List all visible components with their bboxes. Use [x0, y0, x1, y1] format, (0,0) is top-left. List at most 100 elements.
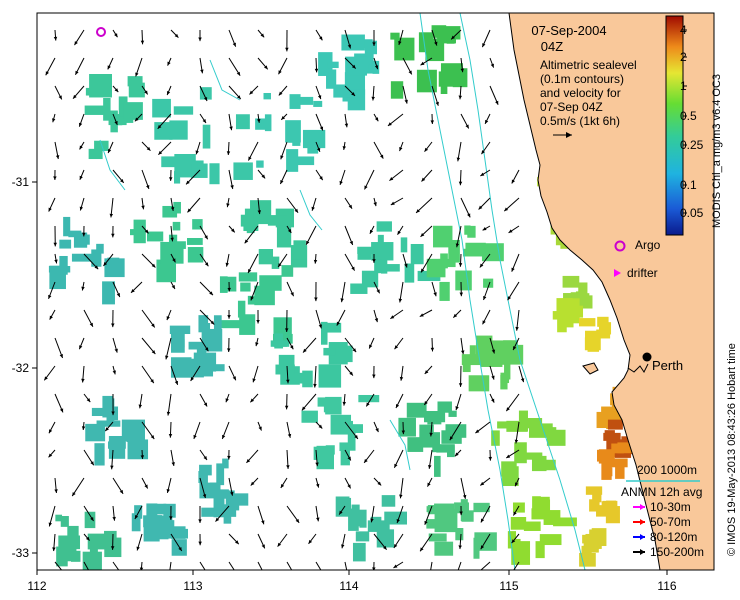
- chlorophyll-patch: [347, 89, 366, 111]
- y-tick-label: -33: [12, 546, 30, 560]
- chlorophyll-patch: [462, 364, 471, 373]
- chlorophyll-patch: [514, 442, 527, 464]
- chlorophyll-patch: [434, 455, 441, 477]
- chlorophyll-patch: [103, 98, 111, 121]
- credit-text: © IMOS 19-May-2013 08:43:26 Hobart time: [726, 343, 738, 556]
- chlorophyll-patch: [202, 124, 211, 149]
- chlorophyll-patch: [500, 372, 510, 384]
- chlorophyll-patch: [94, 443, 105, 466]
- chlorophyll-patch: [286, 149, 299, 172]
- chlorophyll-patch: [447, 445, 455, 458]
- chlorophyll-patch: [96, 243, 104, 254]
- argo-legend-label: Argo: [635, 238, 661, 252]
- chlorophyll-patch: [531, 455, 547, 472]
- chlorophyll-patch: [59, 239, 72, 249]
- chlorophyll-patch: [237, 300, 246, 318]
- chlorophyll-patch: [67, 525, 79, 544]
- chlorophyll-patch: [153, 503, 167, 515]
- chlorophyll-patch: [434, 541, 454, 556]
- velocity-arrowhead: [345, 571, 348, 575]
- chlorophyll-patch: [390, 81, 404, 99]
- coastal-bloom-patch: [592, 494, 602, 503]
- colorbar-tick-label: 0.1: [680, 178, 697, 192]
- city-label: Perth: [652, 358, 683, 373]
- chlorophyll-patch: [345, 56, 368, 76]
- chlorophyll-patch: [143, 515, 160, 528]
- drifter-legend-label: drifter: [627, 266, 658, 280]
- chlorophyll-patch: [317, 397, 326, 407]
- chlorophyll-patch: [301, 410, 318, 423]
- y-tick-label: -31: [12, 175, 30, 189]
- colorbar: [665, 15, 684, 236]
- chlorophyll-patch: [152, 98, 171, 118]
- chlorophyll-patch: [213, 489, 229, 499]
- chlorophyll-patch: [400, 237, 408, 253]
- chlorophyll-patch: [263, 92, 271, 100]
- chlorophyll-patch: [273, 317, 292, 335]
- chlorophyll-patch: [240, 282, 251, 292]
- chlorophyll-patch: [467, 225, 476, 238]
- coastal-bloom-patch: [582, 534, 592, 544]
- chlorophyll-patch: [259, 275, 282, 291]
- chlorophyll-patch: [264, 114, 272, 132]
- x-tick-label: 112: [27, 579, 46, 593]
- chlorophyll-patch: [323, 347, 336, 356]
- chlorophyll-patch: [325, 396, 342, 415]
- x-tick-label: 114: [339, 579, 358, 593]
- x-tick-label: 113: [183, 579, 202, 593]
- chlorophyll-patch: [278, 354, 295, 371]
- coastal-bloom-patch: [578, 318, 596, 327]
- velocity-arrowhead: [235, 573, 238, 577]
- y-axis: -31 -32 -33: [12, 175, 37, 560]
- colorbar-title: MODIS Chl_a mg/m3 v6.4 OC3: [711, 74, 723, 228]
- chlorophyll-patch: [172, 221, 181, 231]
- velocity-arrowhead: [294, 576, 297, 580]
- chlorophyll-patch: [255, 118, 266, 130]
- chlorophyll-patch: [440, 76, 448, 94]
- description-line-1: Altimetric sealevel: [540, 58, 637, 72]
- chlorophyll-patch: [267, 215, 288, 226]
- chlorophyll-patch: [209, 163, 220, 185]
- chlorophyll-patch: [512, 502, 525, 513]
- chlorophyll-patch: [418, 32, 434, 53]
- chlorophyll-patch: [426, 519, 448, 529]
- chlorophyll-patch: [244, 208, 254, 221]
- y-tick-label: -32: [12, 361, 30, 375]
- chlorophyll-patch: [381, 495, 396, 507]
- chlorophyll-patch: [146, 231, 164, 242]
- chlorophyll-patch: [219, 276, 228, 293]
- chlorophyll-patch: [316, 445, 335, 470]
- chlorophyll-patch: [270, 340, 290, 347]
- coastal-bloom-patch: [598, 322, 612, 335]
- map-figure: 112 113 114 115 116 -31 -32 -33 07-Sep-2004 04…: [12, 12, 738, 593]
- chlorophyll-patch: [258, 249, 274, 265]
- chlorophyll-patch: [407, 437, 424, 452]
- chlorophyll-patch: [416, 69, 437, 93]
- chlorophyll-patch: [102, 281, 115, 305]
- anmn-legend-label: 80-120m: [650, 530, 697, 544]
- chlorophyll-patch: [351, 504, 360, 520]
- velocity-arrowhead: [208, 576, 211, 580]
- chlorophyll-patch: [427, 415, 442, 425]
- chlorophyll-patch: [169, 120, 188, 140]
- chlorophyll-patch: [161, 156, 184, 168]
- chlorophyll-patch: [127, 439, 149, 460]
- chlorophyll-patch: [89, 545, 98, 558]
- chlorophyll-patch: [534, 496, 550, 518]
- chlorophyll-patch: [299, 96, 314, 105]
- coastal-bloom-patch: [598, 449, 615, 464]
- colorbar-tick-label: 4: [680, 23, 687, 37]
- chlorophyll-patch: [506, 420, 528, 432]
- chlorophyll-patch: [59, 255, 68, 275]
- chlorophyll-patch: [302, 129, 326, 149]
- coastal-bloom-patch: [562, 314, 574, 328]
- chlorophyll-patch: [318, 364, 342, 388]
- chlorophyll-patch: [85, 87, 100, 96]
- chlorophyll-patch: [216, 463, 225, 486]
- chlorophyll-patch: [523, 521, 541, 531]
- chlorophyll-patch: [225, 493, 249, 506]
- anmn-legend-label: 10-30m: [650, 500, 691, 514]
- chlorophyll-patch: [223, 506, 232, 524]
- chlorophyll-patch: [410, 243, 424, 265]
- velocity-arrowhead: [454, 576, 457, 580]
